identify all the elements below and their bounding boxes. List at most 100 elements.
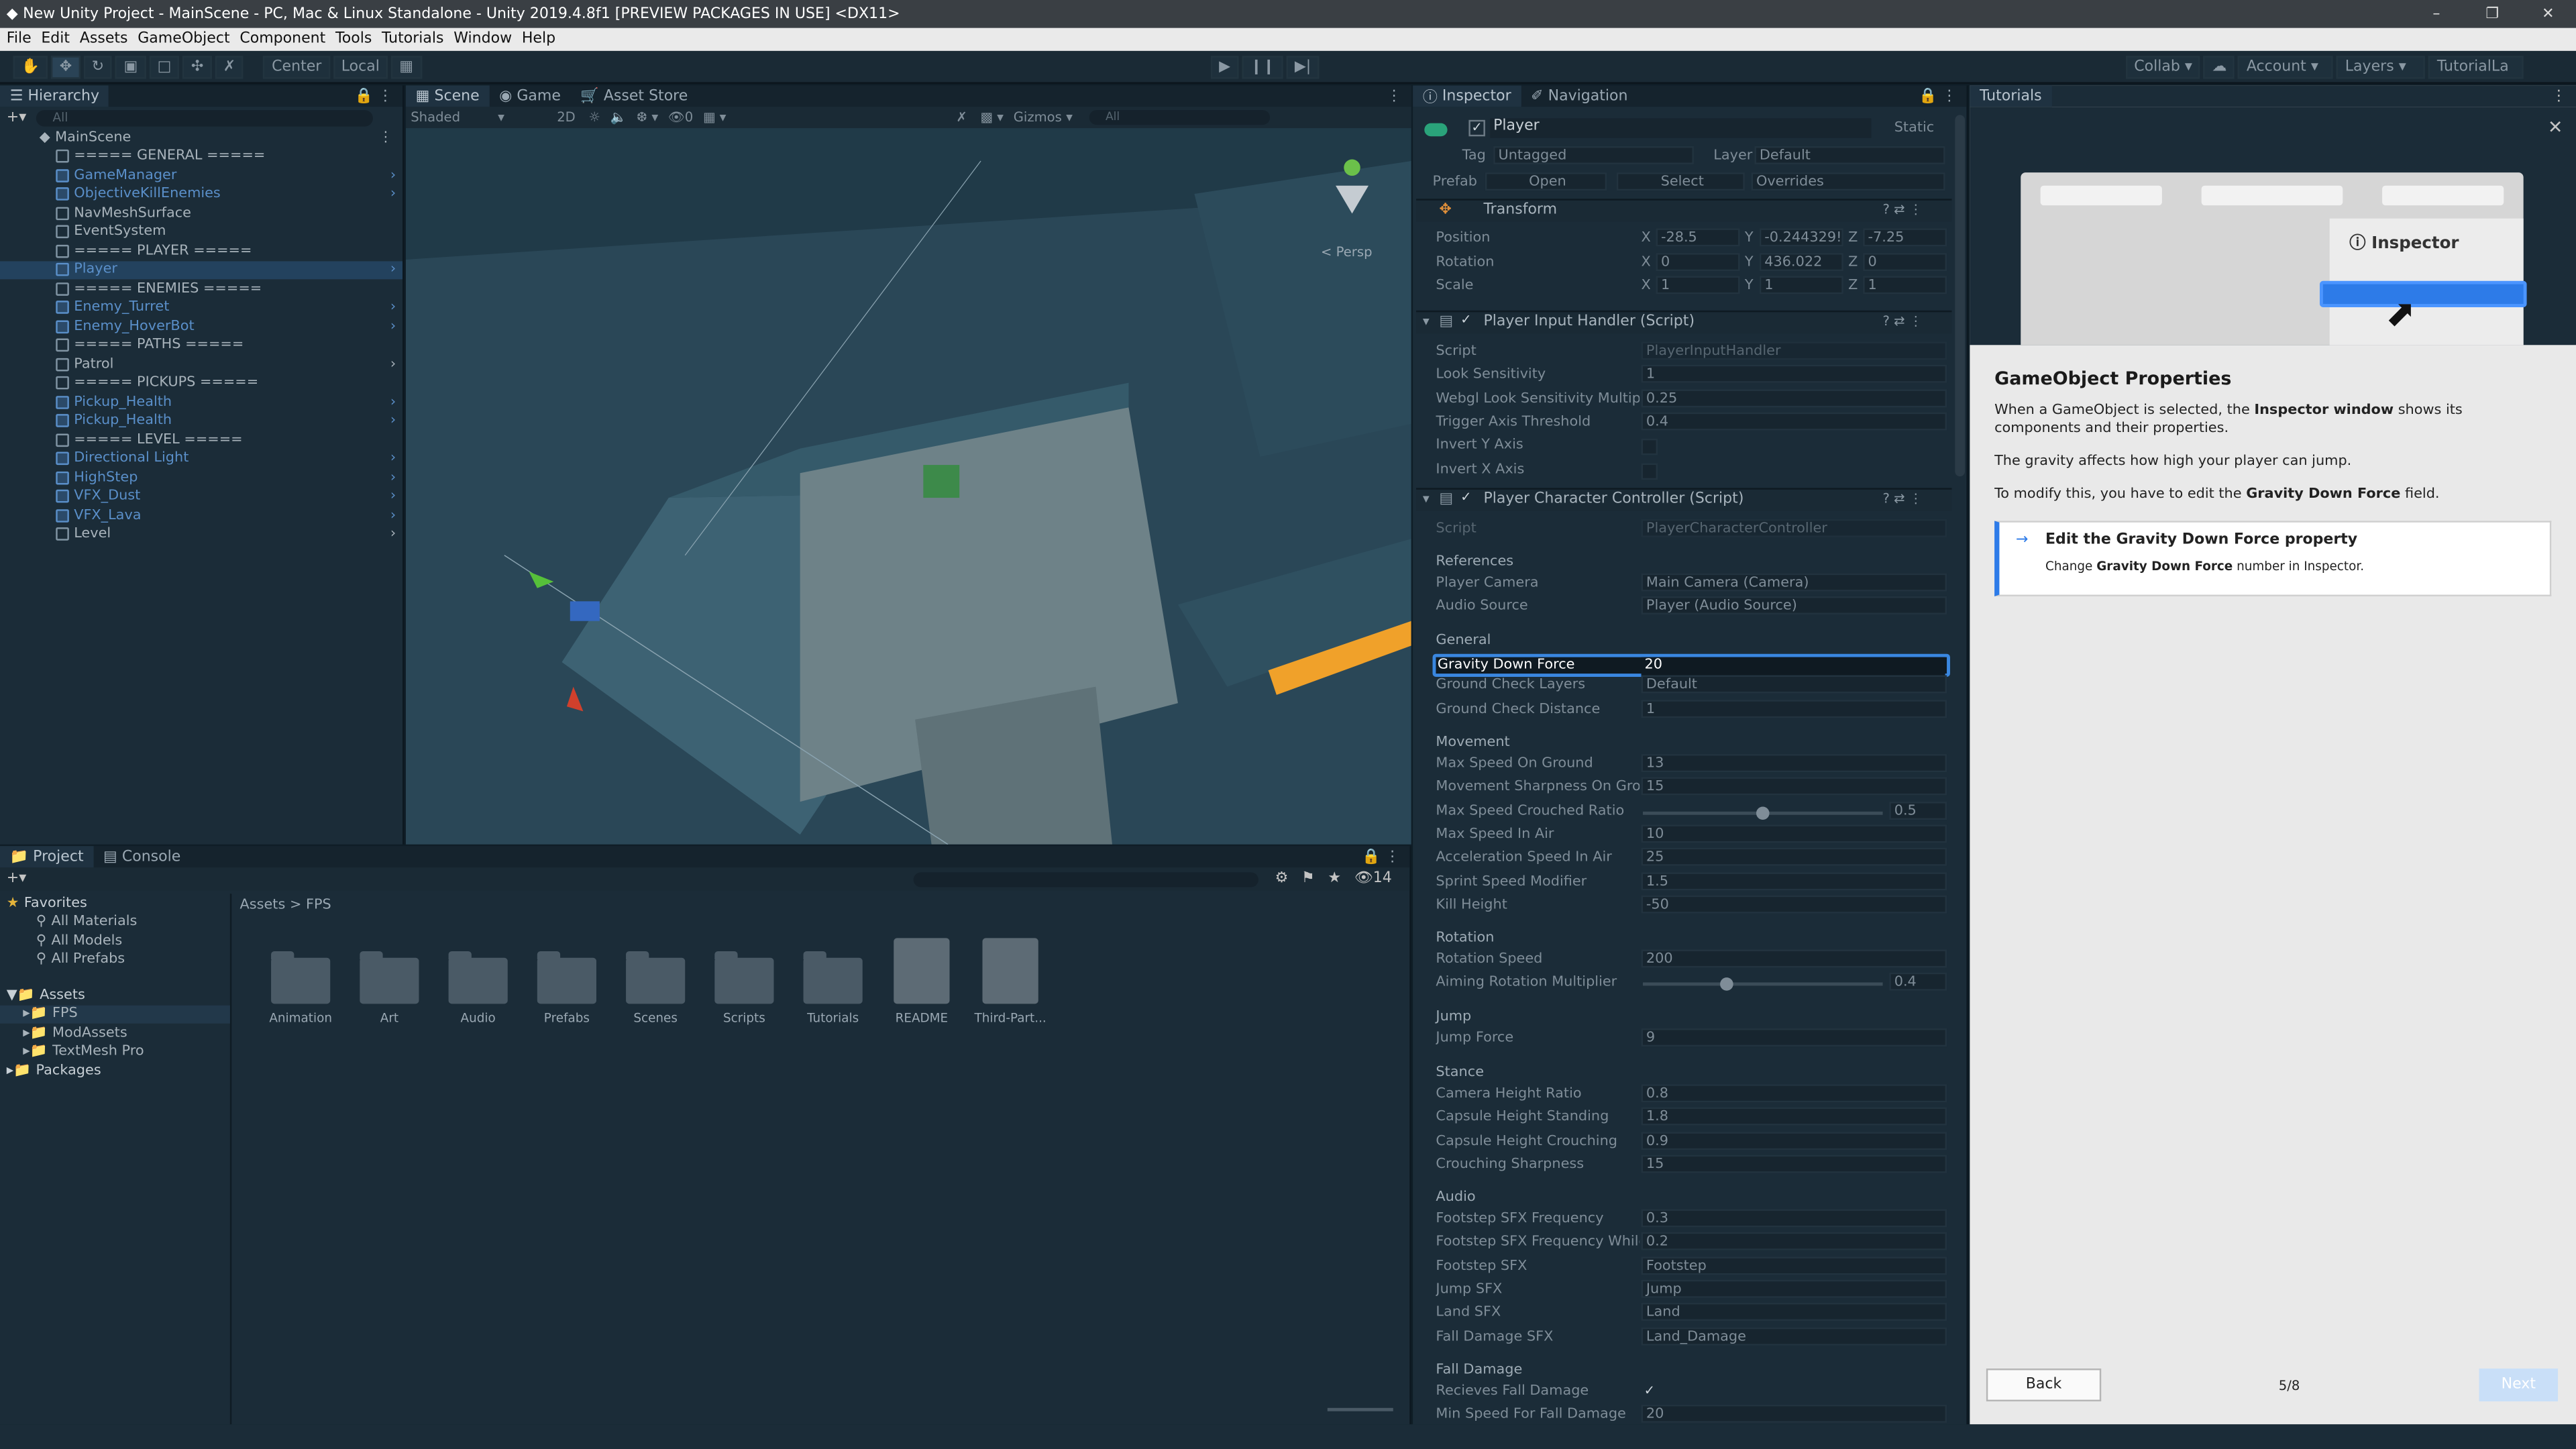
favorite-star-icon[interactable]: ★: [1328, 871, 1341, 887]
expand-arrow-icon[interactable]: ›: [390, 470, 396, 486]
field-checkbox[interactable]: ✓: [1642, 1383, 1658, 1399]
menu-window[interactable]: Window: [453, 32, 512, 48]
expand-arrow-icon[interactable]: ›: [390, 526, 396, 542]
search-by-label-icon[interactable]: ⚑: [1301, 871, 1315, 887]
tab-scene[interactable]: ▦ Scene: [405, 85, 490, 107]
expand-arrow-icon[interactable]: ›: [390, 507, 396, 523]
packages-node[interactable]: ▸📁 Packages: [0, 1061, 230, 1080]
tab-navigation[interactable]: ✐ Navigation: [1521, 85, 1638, 107]
field-value[interactable]: 0.9: [1641, 1131, 1947, 1150]
position-x-field[interactable]: -28.5: [1656, 228, 1740, 247]
hierarchy-item[interactable]: GameManager ›: [0, 166, 402, 184]
enabled-checkbox[interactable]: ✓: [1460, 490, 1471, 504]
expand-arrow-icon[interactable]: ›: [390, 413, 396, 429]
rotation-z-field[interactable]: 0: [1863, 253, 1947, 272]
expand-arrow-icon[interactable]: ›: [390, 318, 396, 334]
add-object-button[interactable]: +▾: [7, 109, 27, 125]
zoom-slider[interactable]: [1327, 1407, 1393, 1411]
field-value[interactable]: -50: [1641, 895, 1947, 914]
scene-search-input[interactable]: All: [1089, 110, 1270, 125]
maximize-button[interactable]: ❐: [2464, 6, 2520, 22]
rotation-y-field[interactable]: 436.022: [1759, 253, 1843, 272]
hierarchy-item[interactable]: ===== PICKUPS =====: [0, 374, 402, 392]
hierarchy-search-input[interactable]: All: [36, 109, 374, 126]
enabled-checkbox[interactable]: ✓: [1460, 312, 1471, 327]
fav-item[interactable]: ⚲ All Prefabs: [0, 951, 230, 969]
prefab-select-button[interactable]: Select: [1616, 172, 1745, 191]
field-value[interactable]: 1.8: [1641, 1108, 1947, 1126]
prefab-overrides-dropdown[interactable]: Overrides: [1751, 172, 1945, 191]
hierarchy-item[interactable]: ===== GENERAL =====: [0, 147, 402, 166]
field-value[interactable]: 0.3: [1641, 1209, 1947, 1228]
scale-tool-icon[interactable]: ▣: [115, 55, 146, 78]
object-name-field[interactable]: Player: [1490, 118, 1872, 138]
menu-file[interactable]: File: [7, 32, 32, 48]
hierarchy-item[interactable]: HighStep ›: [0, 468, 402, 487]
field-value[interactable]: 9: [1641, 1028, 1947, 1047]
component-help-icon[interactable]: ? ⇄ ⋮: [1883, 202, 1923, 217]
hierarchy-item[interactable]: ===== LEVEL =====: [0, 431, 402, 449]
field-value[interactable]: Jump: [1641, 1279, 1947, 1298]
tab-console[interactable]: ▤ Console: [93, 846, 191, 867]
layout-dropdown[interactable]: TutorialLa: [2428, 55, 2524, 78]
field-value[interactable]: 13: [1641, 754, 1947, 773]
hierarchy-item[interactable]: Patrol ›: [0, 355, 402, 374]
tab-tutorials[interactable]: Tutorials: [1970, 85, 2052, 107]
tutorial-menu-icon[interactable]: ⋮: [2551, 88, 2566, 104]
play-button[interactable]: ▶: [1210, 55, 1239, 78]
project-search-input[interactable]: [913, 871, 1259, 887]
pivot-local-button[interactable]: Local: [333, 55, 388, 78]
transform-tool-icon[interactable]: ✣: [182, 55, 212, 78]
hierarchy-item[interactable]: Level ›: [0, 525, 402, 543]
expand-arrow-icon[interactable]: ›: [390, 451, 396, 467]
prefab-open-button[interactable]: Open: [1485, 172, 1607, 191]
hierarchy-item[interactable]: VFX_Dust ›: [0, 487, 402, 506]
hierarchy-item[interactable]: ObjectiveKillEnemies ›: [0, 185, 402, 204]
gizmos-dropdown[interactable]: Gizmos ▾: [1014, 110, 1073, 125]
slider-value[interactable]: 0.5: [1889, 801, 1947, 820]
tab-hierarchy[interactable]: ☰ Hierarchy: [0, 85, 109, 107]
grid-snap-icon[interactable]: ▦: [391, 55, 422, 78]
asset-item[interactable]: README: [877, 938, 966, 1025]
create-asset-button[interactable]: +▾: [7, 871, 27, 887]
tools-icon[interactable]: ✗: [956, 110, 967, 125]
hierarchy-item[interactable]: Pickup_Health ›: [0, 411, 402, 430]
fav-item[interactable]: ⚲ All Models: [0, 932, 230, 951]
expand-arrow-icon[interactable]: ›: [390, 488, 396, 504]
expand-arrow-icon[interactable]: ›: [390, 262, 396, 278]
hierarchy-item[interactable]: ===== ENEMIES =====: [0, 279, 402, 298]
component-help-icon[interactable]: ? ⇄ ⋮: [1883, 491, 1923, 506]
hierarchy-item[interactable]: Enemy_HoverBot ›: [0, 317, 402, 336]
hierarchy-item[interactable]: ===== PATHS =====: [0, 336, 402, 355]
asset-item[interactable]: Art: [345, 938, 433, 1025]
hierarchy-item[interactable]: Pickup_Health ›: [0, 392, 402, 411]
tab-asset-store[interactable]: 🛒 Asset Store: [571, 85, 698, 107]
menu-gameobject[interactable]: GameObject: [138, 32, 229, 48]
scene-viewport[interactable]: [405, 128, 1411, 845]
shading-dropdown[interactable]: Shaded ▾: [406, 110, 537, 125]
tab-inspector[interactable]: ⓘ Inspector: [1413, 85, 1521, 107]
lock-icon[interactable]: 🔒 ⋮: [355, 88, 393, 104]
collapse-arrow-icon[interactable]: ▾: [1423, 491, 1430, 506]
tutorial-task-card[interactable]: → Edit the Gravity Down Force property C…: [1994, 521, 2552, 596]
hidden-objects-icon[interactable]: 👁0: [668, 110, 693, 125]
component-help-icon[interactable]: ? ⇄ ⋮: [1883, 314, 1923, 329]
field-value[interactable]: 25: [1641, 848, 1947, 867]
expand-arrow-icon[interactable]: ›: [390, 186, 396, 202]
pivot-center-button[interactable]: Center: [263, 55, 330, 78]
account-dropdown[interactable]: Account ▾: [2238, 55, 2334, 78]
scale-x-field[interactable]: 1: [1656, 276, 1740, 294]
asset-item[interactable]: Scenes: [611, 938, 700, 1025]
position-z-field[interactable]: -7.25: [1863, 228, 1947, 247]
hierarchy-item[interactable]: VFX_Lava ›: [0, 506, 402, 525]
hierarchy-item[interactable]: Player ›: [0, 260, 403, 280]
scale-z-field[interactable]: 1: [1863, 276, 1947, 294]
asset-item[interactable]: Prefabs: [523, 938, 611, 1025]
asset-item[interactable]: Third-Part...: [966, 938, 1055, 1025]
breadcrumb-item[interactable]: FPS: [306, 897, 331, 913]
close-window-button[interactable]: ✕: [2520, 6, 2576, 22]
rotation-x-field[interactable]: 0: [1656, 253, 1740, 272]
static-toggle[interactable]: Static: [1894, 120, 1935, 136]
collapse-arrow-icon[interactable]: ▾: [1423, 314, 1430, 329]
asset-item[interactable]: Scripts: [700, 938, 788, 1025]
